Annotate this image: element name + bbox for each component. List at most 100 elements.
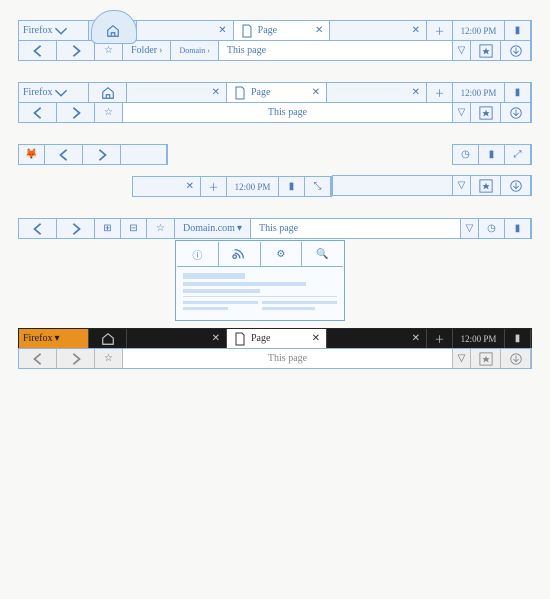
- grid-icon-2[interactable]: ⊟: [121, 219, 147, 238]
- address-dropdown[interactable]: ▽: [453, 41, 471, 60]
- address-bar[interactable]: This page: [123, 103, 453, 122]
- address-bar[interactable]: This page: [219, 41, 453, 60]
- tab-page[interactable]: Page✕: [234, 21, 331, 40]
- arrow-right-icon: [69, 352, 83, 366]
- bookmark-star[interactable]: ☆: [95, 349, 123, 368]
- battery-icon: ▮: [505, 219, 531, 238]
- page-icon: [240, 24, 254, 38]
- tab-blank-1[interactable]: ✕: [127, 83, 227, 102]
- tab-blank[interactable]: ✕: [133, 177, 201, 196]
- arrow-left-icon: [57, 148, 71, 162]
- bookmarks-button[interactable]: [471, 176, 501, 195]
- home-button[interactable]: [89, 83, 127, 102]
- downloads-button[interactable]: [501, 41, 531, 60]
- bookmarks-button[interactable]: [471, 41, 501, 60]
- new-tab-button[interactable]: ＋: [427, 329, 453, 348]
- star-box-icon: [479, 352, 493, 366]
- back-button[interactable]: [19, 41, 57, 60]
- gear-icon[interactable]: ⚙: [261, 242, 303, 266]
- close-icon[interactable]: ✕: [212, 87, 220, 98]
- downloads-button[interactable]: [501, 349, 531, 368]
- address-dropdown[interactable]: ▽: [453, 176, 471, 195]
- search-icon[interactable]: 🔍: [302, 242, 343, 266]
- address-dropdown[interactable]: ▽: [453, 103, 471, 122]
- tab-page[interactable]: Page✕: [227, 329, 327, 348]
- new-tab-button[interactable]: ＋: [427, 21, 453, 40]
- close-icon[interactable]: ✕: [312, 87, 320, 98]
- clock: 12:00 PM: [453, 329, 505, 348]
- download-icon: [509, 179, 523, 193]
- mockup-plain: Firefox ✕ Page✕ ✕ ＋ 12:00 PM ▮ ☆ This pa…: [18, 82, 532, 123]
- history-icon[interactable]: ◷: [453, 145, 479, 164]
- close-icon[interactable]: ✕: [412, 87, 420, 98]
- site-info-popup: ⓘ ⚙ 🔍: [175, 240, 345, 321]
- collapse-icon[interactable]: ⤡: [305, 177, 331, 196]
- battery-icon: ▮: [279, 177, 305, 196]
- back-button[interactable]: [19, 103, 57, 122]
- breadcrumb-domain[interactable]: Domain ›: [171, 41, 218, 60]
- bookmarks-button[interactable]: [471, 349, 501, 368]
- close-icon[interactable]: ✕: [412, 25, 420, 36]
- spacer: [121, 145, 167, 164]
- clock: 12:00 PM: [453, 21, 505, 40]
- back-button[interactable]: [45, 145, 83, 164]
- history-icon[interactable]: ◷: [479, 219, 505, 238]
- grid-icon[interactable]: ⊞: [95, 219, 121, 238]
- arrow-right-icon: [95, 148, 109, 162]
- back-button[interactable]: [19, 219, 57, 238]
- collapse-icon[interactable]: ⤢: [505, 145, 531, 164]
- forward-button[interactable]: [83, 145, 121, 164]
- close-icon[interactable]: ✕: [218, 25, 226, 36]
- chevron-down-icon: [54, 86, 68, 100]
- page-icon: [233, 86, 247, 100]
- battery-icon: ▮: [505, 21, 531, 40]
- clock: 12:00 PM: [227, 177, 279, 196]
- new-tab-button[interactable]: ＋: [201, 177, 227, 196]
- forward-button[interactable]: [57, 41, 95, 60]
- home-button[interactable]: [89, 21, 137, 40]
- forward-button[interactable]: [57, 103, 95, 122]
- firefox-icon[interactable]: 🦊: [19, 145, 45, 164]
- back-button[interactable]: [19, 349, 57, 368]
- home-icon: [106, 24, 120, 38]
- mockup-home-bump: Firefox ✕ Page✕ ✕ ＋ 12:00 PM ▮ ☆ Folder …: [18, 20, 532, 61]
- firefox-menu[interactable]: Firefox ▾: [19, 329, 89, 348]
- downloads-button[interactable]: [501, 176, 531, 195]
- bookmarks-button[interactable]: [471, 103, 501, 122]
- close-icon[interactable]: ✕: [212, 333, 220, 344]
- tab-blank-2[interactable]: ✕: [327, 83, 427, 102]
- address-bar[interactable]: This page: [123, 349, 453, 368]
- new-tab-button[interactable]: ＋: [427, 83, 453, 102]
- firefox-menu[interactable]: Firefox: [19, 21, 89, 40]
- mockup-dark: Firefox ▾ ✕ Page✕ ✕ ＋ 12:00 PM ▮ ☆ This …: [18, 328, 532, 369]
- address-bar[interactable]: This page: [251, 219, 461, 238]
- arrow-right-icon: [69, 44, 83, 58]
- close-icon[interactable]: ✕: [312, 333, 320, 344]
- forward-button[interactable]: [57, 349, 95, 368]
- bookmark-star[interactable]: ☆: [147, 219, 175, 238]
- tab-blank-2[interactable]: ✕: [330, 21, 427, 40]
- info-icon[interactable]: ⓘ: [177, 242, 219, 266]
- firefox-menu[interactable]: Firefox: [19, 83, 89, 102]
- battery-icon: ▮: [505, 83, 531, 102]
- close-icon[interactable]: ✕: [412, 333, 420, 344]
- download-icon: [509, 106, 523, 120]
- address-dropdown[interactable]: ▽: [453, 349, 471, 368]
- rss-icon[interactable]: [219, 242, 261, 266]
- tab-blank-1[interactable]: ✕: [137, 21, 234, 40]
- mockup-compact: 🦊 ◷ ▮ ⤢ ✕ ＋ 12:00 PM ▮ ⤡: [18, 144, 532, 196]
- tab-blank-2[interactable]: ✕: [327, 329, 427, 348]
- domain-breadcrumb[interactable]: Domain.com ▾ ⓘ ⚙ 🔍: [175, 219, 251, 238]
- tab-page[interactable]: Page✕: [227, 83, 327, 102]
- close-icon[interactable]: ✕: [315, 25, 323, 36]
- tab-blank-1[interactable]: ✕: [127, 329, 227, 348]
- downloads-button[interactable]: [501, 103, 531, 122]
- address-dropdown[interactable]: ▽: [461, 219, 479, 238]
- star-box-icon: [479, 179, 493, 193]
- home-button[interactable]: [89, 329, 127, 348]
- forward-button[interactable]: [57, 219, 95, 238]
- battery-icon: ▮: [505, 329, 531, 348]
- download-icon: [509, 44, 523, 58]
- bookmark-star[interactable]: ☆: [95, 103, 123, 122]
- star-box-icon: [479, 106, 493, 120]
